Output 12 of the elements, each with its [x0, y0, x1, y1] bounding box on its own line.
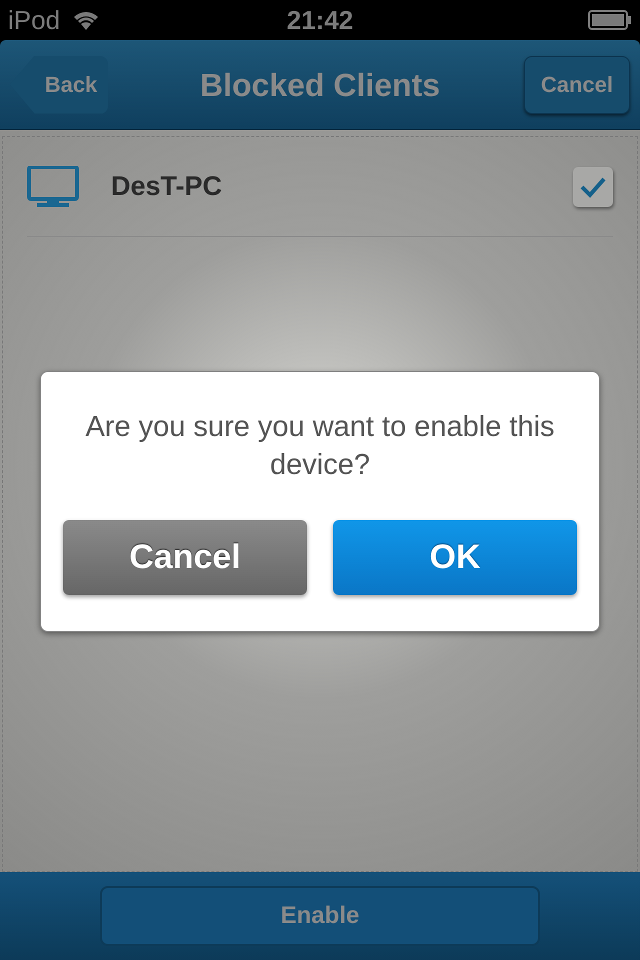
carrier-label: iPod — [8, 7, 60, 33]
ok-button[interactable]: OK — [333, 520, 577, 595]
monitor-icon — [27, 166, 79, 208]
enable-button[interactable]: Enable — [100, 886, 540, 946]
clock: 21:42 — [286, 7, 354, 33]
cancel-button[interactable]: Cancel — [524, 56, 630, 114]
battery-icon — [588, 10, 632, 30]
cancel-button[interactable]: Cancel — [63, 520, 307, 595]
client-name: DesT-PC — [111, 170, 222, 204]
screen-title: Blocked Clients — [200, 66, 440, 104]
checkbox[interactable] — [573, 166, 613, 206]
dialog-message: Are you sure you want to enable this device? — [84, 410, 556, 483]
